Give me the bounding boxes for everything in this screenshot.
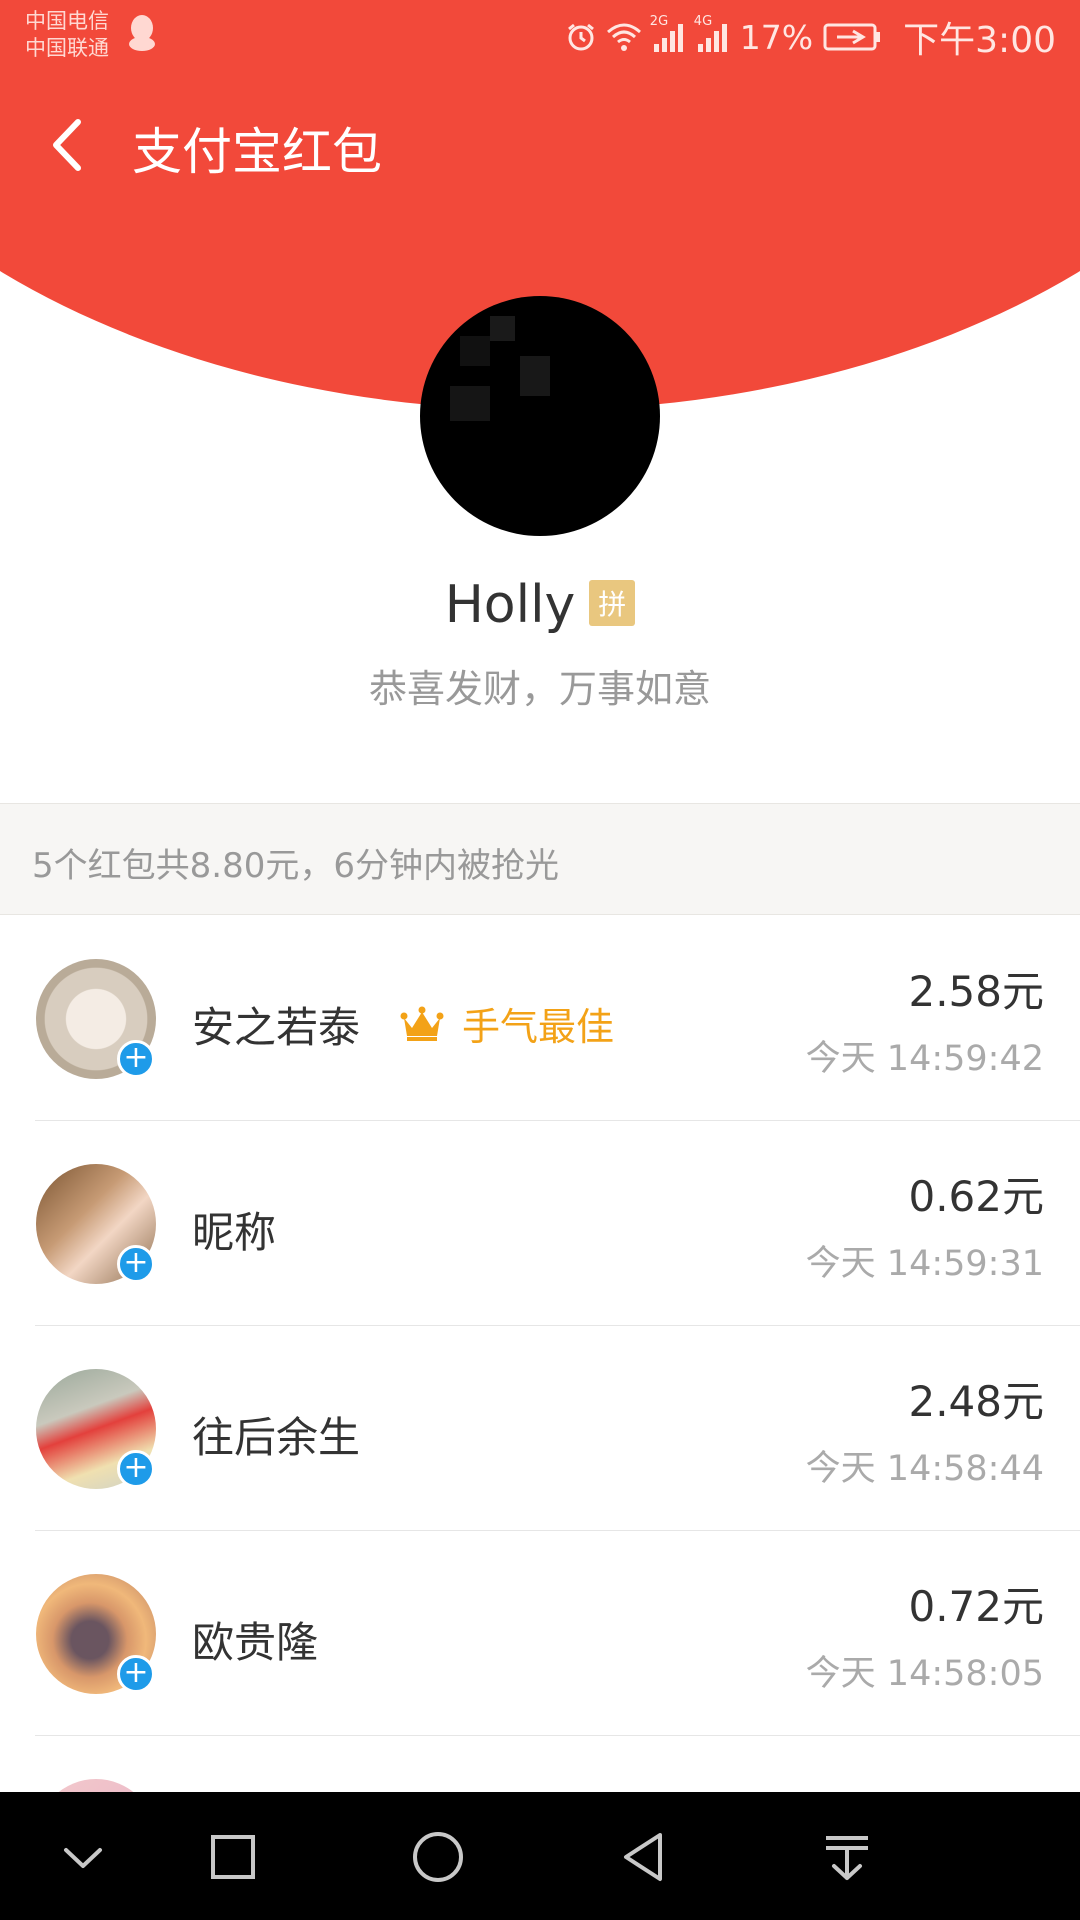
timestamp: 今天 14:59:42 xyxy=(805,1039,1044,1079)
summary-text: 5个红包共8.80元，6分钟内被抢光 xyxy=(32,846,559,886)
best-luck-text: 手气最佳 xyxy=(462,1005,615,1049)
add-friend-icon[interactable]: + xyxy=(117,1450,155,1488)
clock: 下午3:00 xyxy=(903,20,1056,61)
list-item[interactable]: + 往后余生 2.48元 今天 14:58:44 xyxy=(0,1326,1080,1531)
recipient-name: 昵称 xyxy=(192,1208,277,1257)
timestamp: 今天 14:58:44 xyxy=(805,1449,1044,1489)
status-bar: 中国电信 中国联通 2G 4G 17% 下午3:00 xyxy=(0,0,1080,72)
battery-percent: 17% xyxy=(739,17,814,57)
amount: 0.72元 xyxy=(908,1582,1044,1631)
list-item[interactable]: + 欧贵隆 0.72元 今天 14:58:05 xyxy=(0,1531,1080,1736)
title-bar: 支付宝红包 xyxy=(0,90,1080,200)
triangle-back-icon[interactable] xyxy=(608,1822,678,1892)
greeting-message: 恭喜发财，万事如意 xyxy=(368,667,711,711)
amount: 2.58元 xyxy=(908,967,1044,1016)
pin-badge: 拼 xyxy=(589,580,636,626)
list-item[interactable]: + 昵称 0.62元 今天 14:59:31 xyxy=(0,1121,1080,1326)
list-item[interactable]: + 安之若泰 手气最佳 2.58元 今天 14:59:42 xyxy=(0,916,1080,1121)
summary-band: 5个红包共8.80元，6分钟内被抢光 xyxy=(0,803,1080,915)
recipient-name: 往后余生 xyxy=(192,1413,361,1462)
sender-name: Holly xyxy=(444,575,576,635)
list-item[interactable] xyxy=(0,1736,1080,1792)
recipient-name: 欧贵隆 xyxy=(192,1618,319,1667)
status-icons: 2G 4G 17% 下午3:00 xyxy=(566,14,1056,61)
add-friend-icon[interactable]: + xyxy=(117,1655,155,1693)
amount: 0.62元 xyxy=(908,1172,1044,1221)
carrier-info: 中国电信 中国联通 xyxy=(25,8,109,62)
recipient-name: 安之若泰 xyxy=(192,1003,361,1052)
network-2g-label: 2G xyxy=(649,14,669,29)
timestamp: 今天 14:59:31 xyxy=(805,1244,1044,1284)
recipient-list: + 安之若泰 手气最佳 2.58元 今天 14:59:42 + 昵称 0.62元… xyxy=(0,916,1080,1792)
back-icon[interactable] xyxy=(40,110,100,180)
chevron-down-icon[interactable] xyxy=(48,1822,118,1892)
avatar[interactable] xyxy=(36,1779,156,1792)
network-4g-label: 4G xyxy=(693,14,713,29)
add-friend-icon[interactable]: + xyxy=(117,1040,155,1078)
best-luck-label: 手气最佳 xyxy=(400,996,614,1051)
sender-info: Holly 拼 xyxy=(0,572,1080,638)
amount: 2.48元 xyxy=(908,1377,1044,1426)
timestamp: 今天 14:58:05 xyxy=(805,1654,1044,1694)
square-icon[interactable] xyxy=(198,1822,268,1892)
circle-icon[interactable] xyxy=(403,1822,473,1892)
download-icon[interactable] xyxy=(812,1822,882,1892)
qq-penguin-icon xyxy=(129,15,155,51)
page-title: 支付宝红包 xyxy=(132,123,382,181)
navigation-bar xyxy=(0,1792,1080,1920)
carrier-2: 中国联通 xyxy=(25,36,109,60)
sender-avatar[interactable] xyxy=(420,296,660,536)
add-friend-icon[interactable]: + xyxy=(117,1245,155,1283)
crown-icon xyxy=(400,1006,444,1041)
battery-charging-icon xyxy=(823,23,881,51)
alarm-icon xyxy=(567,23,594,51)
wifi-icon xyxy=(606,23,641,51)
carrier-1: 中国电信 xyxy=(25,9,109,33)
